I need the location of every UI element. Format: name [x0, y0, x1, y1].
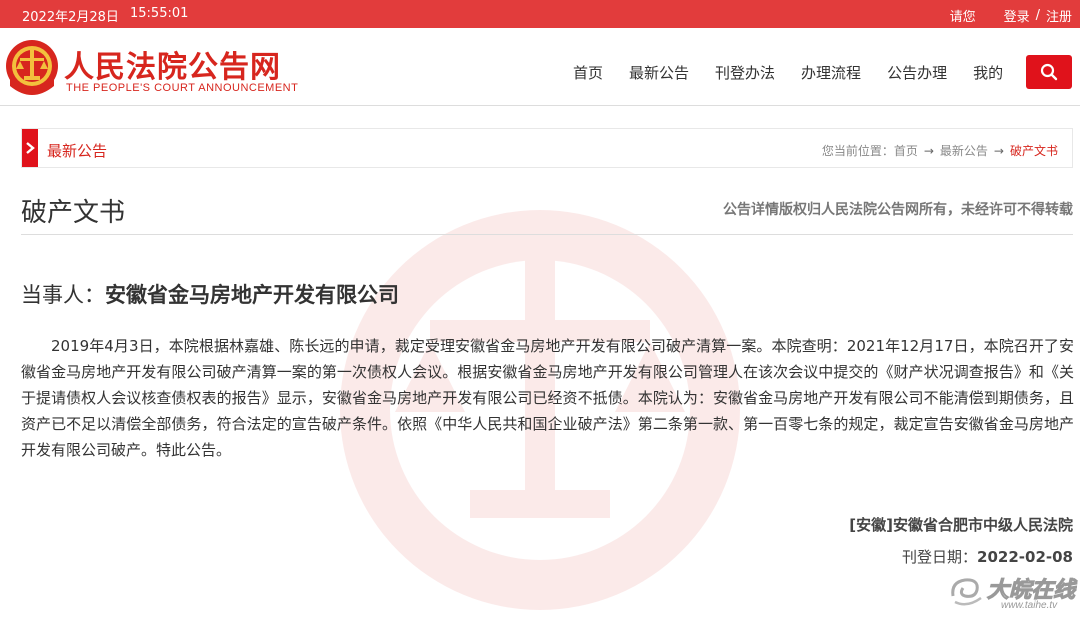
page-title: 破产文书 [21, 198, 126, 228]
account-links: 请您 登录 / 注册 [944, 6, 1072, 25]
section-header: 最新公告 您当前位置： 首页 → 最新公告 → 破产文书 [21, 128, 1073, 168]
party-label: 当事人： [21, 283, 105, 307]
nav-item-handle[interactable]: 公告办理 [887, 62, 947, 83]
search-icon [1040, 63, 1058, 81]
publish-date-value: 2022-02-08 [977, 548, 1073, 566]
site-watermark: 大皖在线 www.taihe.tv [945, 570, 1076, 615]
announcement-body: 2019年4月3日，本院根据林嘉雄、陈长远的申请，裁定受理安徽省金马房地产开发有… [21, 337, 1074, 459]
swirl-logo-icon [951, 578, 982, 606]
breadcrumb-home[interactable]: 首页 [894, 142, 918, 159]
breadcrumb: 您当前位置： 首页 → 最新公告 → 破产文书 [822, 142, 1058, 159]
nav-item-latest[interactable]: 最新公告 [629, 62, 689, 83]
nav-item-publish-method[interactable]: 刊登办法 [715, 62, 775, 83]
breadcrumb-latest[interactable]: 最新公告 [940, 142, 988, 159]
link-separator: / [1035, 8, 1040, 23]
register-link[interactable]: 注册 [1046, 10, 1072, 25]
arrow-right-icon: → [923, 143, 934, 158]
title-divider [21, 234, 1073, 235]
party-line: 当事人：安徽省金马房地产开发有限公司 [21, 279, 399, 309]
nav-item-process[interactable]: 办理流程 [801, 62, 861, 83]
section-title: 最新公告 [47, 142, 108, 160]
login-prompt: 请您 [949, 10, 976, 25]
nav-item-home[interactable]: 首页 [573, 62, 603, 83]
login-link[interactable]: 登录 [1004, 10, 1030, 25]
court-emblem-icon[interactable] [4, 38, 60, 98]
main-nav: 首页 最新公告 刊登办法 办理流程 公告办理 我的 [560, 62, 1016, 83]
party-name: 安徽省金马房地产开发有限公司 [105, 283, 399, 307]
arrow-right-icon: → [993, 143, 1004, 158]
publish-date-label: 刊登日期： [902, 548, 978, 566]
breadcrumb-prefix: 您当前位置： [821, 144, 894, 158]
copyright-notice: 公告详情版权归人民法院公告网所有，未经许可不得转载 [723, 202, 1073, 218]
section-marker [22, 129, 38, 167]
search-button[interactable] [1026, 55, 1072, 89]
site-watermark-url: www.taihe.tv [1001, 600, 1058, 611]
top-bar: 2022年2月28日 15:55:01 请您 登录 / 注册 [0, 0, 1080, 28]
breadcrumb-current: 破产文书 [1009, 144, 1058, 158]
chevron-right-icon [26, 142, 35, 154]
current-time: 15:55:01 [130, 6, 189, 21]
site-header: 人民法院公告网 THE PEOPLE'S COURT ANNOUNCEMENT … [0, 28, 1080, 106]
issuing-court: [安徽]安徽省合肥市中级人民法院 [849, 516, 1073, 534]
site-logo-text[interactable]: 人民法院公告网 [64, 42, 281, 86]
site-logo-english: THE PEOPLE'S COURT ANNOUNCEMENT [66, 82, 299, 94]
nav-item-mine[interactable]: 我的 [973, 62, 1003, 83]
current-date: 2022年2月28日 [22, 10, 119, 25]
publish-date: 刊登日期：2022-02-08 [902, 546, 1073, 567]
